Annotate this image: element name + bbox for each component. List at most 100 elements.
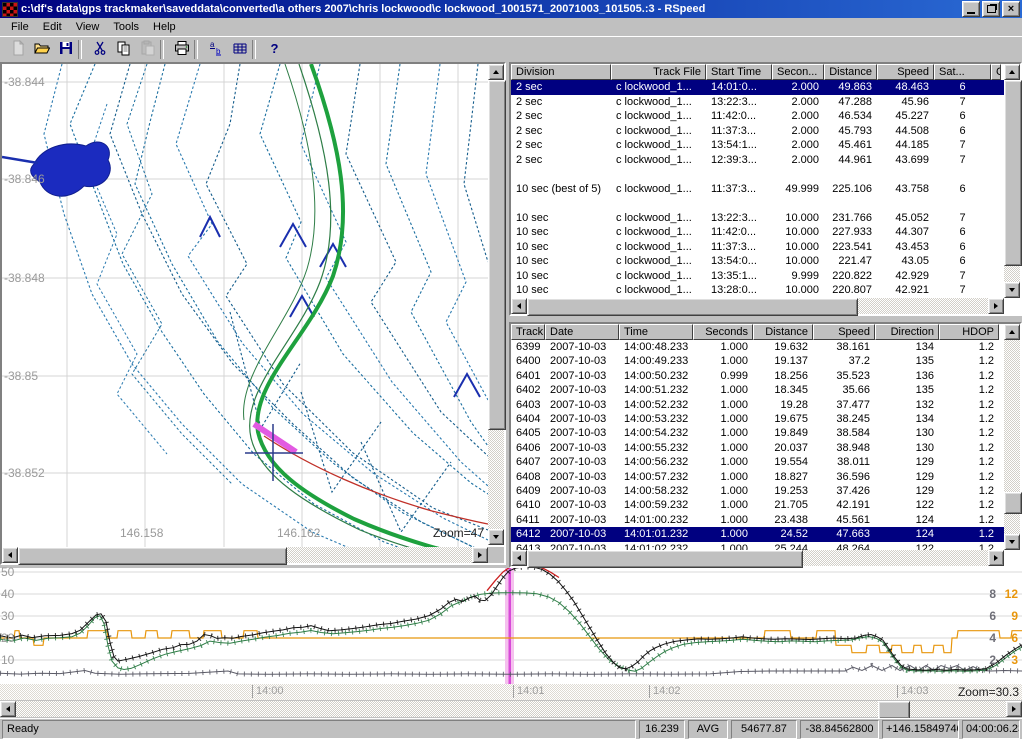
copy-button[interactable] [109, 38, 133, 61]
division-vscrollbar[interactable] [1004, 64, 1020, 298]
cell: c lockwood_1... [611, 211, 706, 226]
table-row[interactable]: 64002007-10-0314:00:49.2331.00019.13737.… [511, 354, 1004, 368]
division-scroll-right-button[interactable] [988, 298, 1004, 314]
open-button[interactable] [27, 38, 51, 61]
points-scroll-left-button[interactable] [511, 550, 527, 566]
minimize-button[interactable] [962, 1, 980, 17]
cell: 225.106 [824, 182, 877, 197]
column-header-trackfile[interactable]: Track File [611, 64, 706, 80]
column-header-division[interactable]: Division [511, 64, 611, 80]
map-canvas[interactable] [2, 64, 488, 547]
map-vscrollbar[interactable] [488, 64, 504, 545]
map-scroll-left-button[interactable] [2, 547, 18, 563]
table-row[interactable]: 63992007-10-0314:00:48.2331.00019.63238.… [511, 340, 1004, 354]
print-button[interactable] [167, 38, 191, 61]
table-row[interactable]: 64042007-10-0314:00:53.2321.00019.67538.… [511, 412, 1004, 426]
menu-help[interactable]: Help [146, 20, 183, 34]
title-bar[interactable]: c:\df's data\gps trackmaker\saveddata\co… [0, 0, 1022, 18]
table-row[interactable]: 64102007-10-0314:00:59.2321.00021.70542.… [511, 498, 1004, 512]
column-header-seconds[interactable]: Seconds [693, 324, 753, 340]
division-scroll-up-button[interactable] [1004, 64, 1020, 80]
table-row[interactable]: 2 secc lockwood_1...11:42:0...2.00046.53… [511, 109, 1004, 124]
map-scroll-right-button[interactable] [472, 547, 488, 563]
column-header-c[interactable]: C [991, 64, 1001, 80]
table-row[interactable]: 2 secc lockwood_1...14:01:0...2.00049.86… [511, 80, 1004, 95]
table-row[interactable]: 10 sec (best of 5)c lockwood_1...11:37:3… [511, 182, 1004, 197]
column-header-sat[interactable]: Sat... [934, 64, 991, 80]
map-hscrollbar[interactable] [2, 547, 488, 563]
table-row[interactable]: 10 secc lockwood_1...13:54:0...10.000221… [511, 254, 1004, 269]
graph-scroll-right-button[interactable] [1006, 701, 1022, 717]
save-button[interactable] [51, 38, 75, 61]
table-row[interactable]: 2 secc lockwood_1...12:39:3...2.00044.96… [511, 153, 1004, 168]
graph-scroll-left-button[interactable] [0, 701, 16, 717]
table-row[interactable]: 10 secc lockwood_1...13:28:0...10.000220… [511, 283, 1004, 298]
column-header-hdop[interactable]: HDOP [939, 324, 999, 340]
column-header-distance[interactable]: Distance [824, 64, 877, 80]
points-vscrollbar[interactable] [1004, 324, 1020, 550]
points-scroll-down-button[interactable] [1004, 534, 1020, 550]
map-vscroll-thumb[interactable] [488, 80, 506, 430]
column-header-direction[interactable]: Direction [875, 324, 939, 340]
table-row[interactable]: 64022007-10-0314:00:51.2321.00018.34535.… [511, 383, 1004, 397]
table-row[interactable]: 64062007-10-0314:00:55.2321.00020.03738.… [511, 441, 1004, 455]
points-scroll-right-button[interactable] [988, 550, 1004, 566]
table-row[interactable] [511, 196, 1004, 211]
menu-tools[interactable]: Tools [106, 20, 146, 34]
table-row[interactable]: 64122007-10-0314:01:01.2321.00024.5247.6… [511, 527, 1004, 541]
division-table-body[interactable]: 2 secc lockwood_1...14:01:0...2.00049.86… [511, 80, 1004, 298]
division-hscrollbar[interactable] [511, 298, 1004, 314]
map-scroll-down-button[interactable] [488, 529, 504, 545]
division-table-header[interactable]: DivisionTrack FileStart TimeSecon...Dist… [511, 64, 1001, 80]
graph-hscrollbar[interactable] [0, 701, 1022, 717]
column-header-date[interactable]: Date [545, 324, 619, 340]
points-table-body[interactable]: 63992007-10-0314:00:48.2331.00019.63238.… [511, 340, 1004, 550]
column-header-secon[interactable]: Secon... [772, 64, 824, 80]
table-row[interactable]: 64052007-10-0314:00:54.2321.00019.84938.… [511, 426, 1004, 440]
column-header-speed[interactable]: Speed [813, 324, 875, 340]
table-row[interactable]: 10 secc lockwood_1...13:35:1...9.999220.… [511, 269, 1004, 284]
speed-graph[interactable]: 504030201086421296314:0014:0114:0214:03 … [0, 568, 1022, 700]
table-row[interactable]: 2 secc lockwood_1...11:37:3...2.00045.79… [511, 124, 1004, 139]
division-scroll-left-button[interactable] [511, 298, 527, 314]
table-row[interactable]: 10 secc lockwood_1...11:42:0...10.000227… [511, 225, 1004, 240]
speed-graph-canvas[interactable] [0, 568, 1022, 700]
map-scroll-up-button[interactable] [488, 64, 504, 80]
table-row[interactable]: 64112007-10-0314:01:00.2321.00023.43845.… [511, 513, 1004, 527]
table-row[interactable]: 10 secc lockwood_1...13:22:3...10.000231… [511, 211, 1004, 226]
table-row[interactable]: 64032007-10-0314:00:52.2321.00019.2837.4… [511, 398, 1004, 412]
table-row[interactable]: 64092007-10-0314:00:58.2321.00019.25337.… [511, 484, 1004, 498]
points-hscrollbar[interactable] [511, 550, 1004, 566]
points-vscroll-thumb[interactable] [1004, 492, 1022, 514]
table-row[interactable] [511, 167, 1004, 182]
table-row[interactable]: 64012007-10-0314:00:50.2320.99918.25635.… [511, 369, 1004, 383]
column-header-speed[interactable]: Speed [877, 64, 934, 80]
points-hscroll-thumb[interactable] [527, 550, 803, 568]
menu-view[interactable]: View [69, 20, 107, 34]
table-row[interactable]: 64072007-10-0314:00:56.2321.00019.55438.… [511, 455, 1004, 469]
column-header-track[interactable]: Track [511, 324, 545, 340]
restore-button[interactable] [982, 1, 1000, 17]
column-header-time[interactable]: Time [619, 324, 693, 340]
cut-button[interactable] [85, 38, 109, 61]
table-row[interactable]: 10 secc lockwood_1...11:37:3...10.000223… [511, 240, 1004, 255]
division-vscroll-thumb[interactable] [1004, 80, 1022, 266]
sort-button[interactable]: ab [201, 38, 225, 61]
column-header-distance[interactable]: Distance [753, 324, 813, 340]
table-row[interactable]: 64082007-10-0314:00:57.2321.00018.82736.… [511, 470, 1004, 484]
points-scroll-up-button[interactable] [1004, 324, 1020, 340]
map-hscroll-thumb[interactable] [18, 547, 287, 565]
division-hscroll-thumb[interactable] [527, 298, 858, 316]
close-button[interactable]: × [1002, 1, 1020, 17]
menu-edit[interactable]: Edit [36, 20, 69, 34]
points-table-header[interactable]: TrackDateTimeSecondsDistanceSpeedDirecti… [511, 324, 999, 340]
column-header-starttime[interactable]: Start Time [706, 64, 772, 80]
menu-file[interactable]: File [4, 20, 36, 34]
table-row[interactable]: 64132007-10-0314:01:02.2321.00025.24448.… [511, 542, 1004, 550]
division-scroll-down-button[interactable] [1004, 282, 1020, 298]
graph-hscroll-thumb[interactable] [878, 701, 910, 719]
table-row[interactable]: 2 secc lockwood_1...13:22:3...2.00047.28… [511, 95, 1004, 110]
table-row[interactable]: 2 secc lockwood_1...13:54:1...2.00045.46… [511, 138, 1004, 153]
grid-button[interactable] [225, 38, 249, 61]
help-button[interactable]: ? [259, 38, 283, 61]
